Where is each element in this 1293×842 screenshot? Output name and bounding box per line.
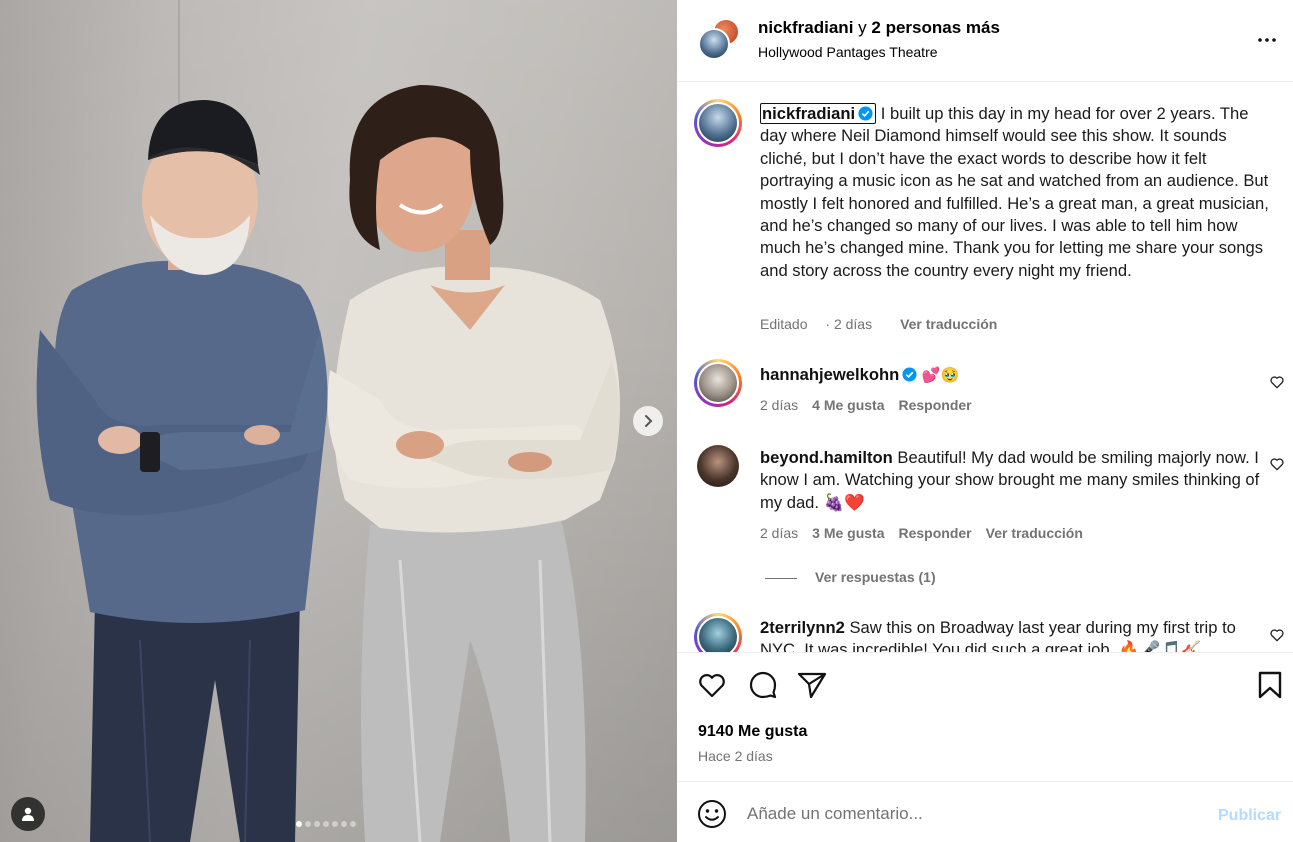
person-left — [36, 100, 328, 842]
carousel-dot — [305, 821, 311, 827]
comment-text: 💕🥹 — [921, 367, 960, 384]
author-username[interactable]: nickfradiani — [758, 18, 853, 37]
comment-username[interactable]: 2terrilynn2 — [760, 618, 845, 637]
caption-meta: Editado · 2 días Ver traducción — [760, 316, 1011, 332]
collab-avatars[interactable] — [698, 16, 742, 60]
comment-avatar[interactable] — [694, 359, 742, 407]
tagged-users-button[interactable] — [11, 797, 45, 831]
author-avatar — [698, 28, 730, 60]
user-tag-icon — [22, 807, 34, 821]
send-icon[interactable] — [796, 669, 828, 701]
carousel-dot — [341, 821, 347, 827]
comment-meta: 2 días 3 Me gusta Responder Ver traducción — [760, 525, 1097, 541]
carousel-dot — [332, 821, 338, 827]
comment-likes[interactable]: 4 Me gusta — [812, 397, 884, 413]
comment-bubble-icon[interactable] — [747, 669, 779, 701]
comment-body: beyond.hamilton Beautiful! My dad would … — [760, 447, 1260, 514]
post-modal: nickfradiani y 2 personas más Hollywood … — [0, 0, 1293, 842]
post-authors: nickfradiani y 2 personas más — [758, 18, 1000, 38]
more-horizontal-icon[interactable] — [1255, 28, 1279, 52]
comment-meta: 2 días 4 Me gusta Responder — [760, 397, 986, 413]
post-photo[interactable] — [0, 0, 677, 842]
post-location[interactable]: Hollywood Pantages Theatre — [758, 44, 938, 60]
emoji-icon[interactable] — [697, 799, 727, 829]
post-timestamp[interactable]: Hace 2 días — [698, 748, 773, 764]
comment-like-heart-icon[interactable] — [1269, 456, 1285, 472]
caption-username-text: nickfradiani — [762, 104, 856, 123]
comment-like-heart-icon[interactable] — [1269, 374, 1285, 390]
carousel-dot — [323, 821, 329, 827]
caption-translate-link[interactable]: Ver traducción — [900, 316, 997, 332]
reply-button[interactable]: Responder — [899, 525, 972, 541]
heart-icon[interactable] — [696, 669, 728, 701]
comment-like-heart-icon[interactable] — [1269, 627, 1285, 643]
comment-username[interactable]: beyond.hamilton — [760, 448, 893, 467]
comment-time: 2 días — [760, 397, 799, 413]
view-replies-button[interactable]: Ver respuestas (1) — [765, 569, 936, 585]
replies-divider — [765, 577, 797, 579]
chevron-right-icon — [645, 415, 653, 427]
comment-input[interactable] — [747, 797, 1187, 831]
caption-avatar[interactable] — [694, 99, 742, 147]
comment-avatar[interactable] — [697, 445, 739, 487]
comment-translate-link[interactable]: Ver traducción — [986, 525, 1083, 541]
caption: nickfradiani I built up this day in my h… — [760, 103, 1272, 282]
caption-time: 2 días — [833, 316, 873, 332]
carousel-dot — [314, 821, 320, 827]
comment-time: 2 días — [760, 525, 799, 541]
carousel-dot — [296, 821, 302, 827]
publish-button[interactable]: Publicar — [1218, 807, 1281, 825]
edited-label: Editado — [760, 316, 808, 332]
carousel-indicators — [296, 821, 356, 827]
add-comment-bar: Publicar — [677, 783, 1293, 842]
comment-body: hannahjewelkohn 💕🥹 — [760, 364, 1260, 387]
comments-list[interactable]: nickfradiani I built up this day in my h… — [677, 83, 1293, 652]
person-right — [327, 85, 620, 842]
authors-connector: y — [858, 18, 867, 37]
photo-illustration — [36, 85, 620, 842]
likes-count[interactable]: 9140 Me gusta — [698, 723, 807, 741]
comment-body: 2terrilynn2 Saw this on Broadway last ye… — [760, 617, 1260, 652]
comment-avatar[interactable] — [694, 613, 742, 652]
caption-username[interactable]: nickfradiani — [760, 103, 877, 124]
verified-badge-icon — [858, 106, 873, 121]
verified-badge-icon — [902, 367, 917, 382]
post-details-panel: nickfradiani y 2 personas más Hollywood … — [677, 0, 1293, 842]
caption-edited: Editado · 2 días — [760, 316, 873, 332]
comment-username[interactable]: hannahjewelkohn — [760, 365, 899, 384]
carousel-dot — [350, 821, 356, 827]
comment-likes[interactable]: 3 Me gusta — [812, 525, 884, 541]
bookmark-icon[interactable] — [1254, 669, 1286, 701]
reply-button[interactable]: Responder — [899, 397, 972, 413]
post-header: nickfradiani y 2 personas más Hollywood … — [677, 0, 1293, 82]
view-replies-label: Ver respuestas (1) — [815, 569, 936, 585]
collaborators-link[interactable]: 2 personas más — [871, 18, 1000, 37]
post-actions: 9140 Me gusta Hace 2 días — [677, 652, 1293, 782]
caption-text: I built up this day in my head for over … — [760, 104, 1269, 280]
carousel-next-button[interactable] — [633, 406, 663, 436]
